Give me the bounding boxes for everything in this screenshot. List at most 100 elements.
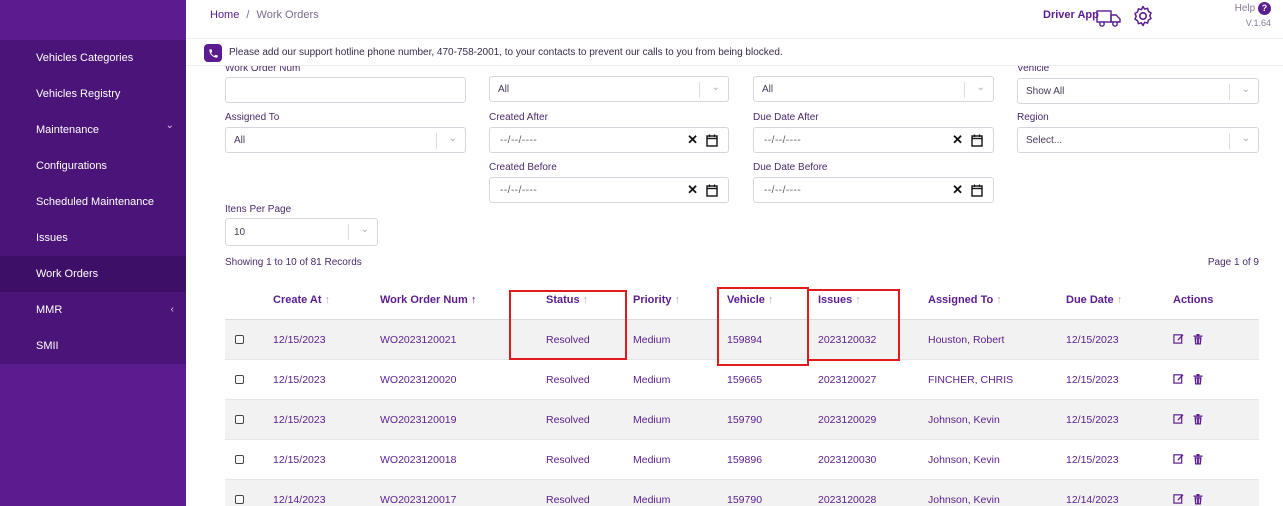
sidebar-item-maintenance[interactable]: Maintenance ⌄: [0, 112, 186, 148]
col-issues[interactable]: Issues ↑: [818, 294, 861, 306]
delete-trash-icon[interactable]: [1193, 414, 1203, 428]
sidebar-item-label: MMR: [36, 304, 63, 316]
calendar-icon[interactable]: [706, 184, 718, 200]
region-select[interactable]: Select... ⌄: [1017, 127, 1259, 153]
chevron-left-icon[interactable]: ‹: [171, 304, 174, 315]
table-row[interactable]: 12/15/2023 WO2023120019 Resolved Medium 1597…: [225, 400, 1259, 440]
work-orders-table: Create At ↑ Work Order Num ↑ Status ↑ Prior…: [225, 282, 1259, 506]
row-checkbox[interactable]: [235, 455, 244, 464]
table-row[interactable]: 12/14/2023 WO2023120017 Resolved Medium 1597…: [225, 480, 1259, 506]
sort-arrow-icon[interactable]: ↑: [1117, 294, 1123, 306]
table-row[interactable]: 12/15/2023 WO2023120018 Resolved Medium 1598…: [225, 440, 1259, 480]
col-priority[interactable]: Priority ↑: [633, 294, 680, 306]
due-before-label: Due Date Before: [753, 162, 828, 173]
clear-icon[interactable]: ✕: [687, 182, 698, 198]
chevron-down-icon: ⌄: [1241, 133, 1250, 144]
calendar-icon[interactable]: [971, 184, 983, 200]
edit-icon[interactable]: [1173, 373, 1184, 387]
sort-arrow-icon[interactable]: ↑: [855, 294, 861, 306]
sidebar-item-mmr[interactable]: MMR ‹: [0, 292, 186, 328]
col-status[interactable]: Status ↑: [546, 294, 588, 306]
row-checkbox[interactable]: [235, 495, 244, 504]
vehicle-filter-label: Vehicle: [1017, 66, 1050, 74]
cell-assigned-to: Johnson, Kevin: [928, 414, 1000, 426]
col-create-at[interactable]: Create At ↑: [273, 294, 330, 306]
delete-trash-icon[interactable]: [1193, 334, 1203, 348]
created-after-label: Created After: [489, 112, 548, 123]
row-checkbox[interactable]: [235, 335, 244, 344]
work-order-num-input[interactable]: [225, 77, 466, 103]
clear-icon[interactable]: ✕: [687, 132, 698, 148]
sort-arrow-icon[interactable]: ↑: [325, 294, 331, 306]
cell-vehicle: 159665: [727, 374, 763, 386]
sidebar-item-issues[interactable]: Issues: [0, 220, 186, 256]
col-assigned-to[interactable]: Assigned To ↑: [928, 294, 1002, 306]
sidebar-item-vehicles-registry[interactable]: Vehicles Registry: [0, 76, 186, 112]
items-per-page-select[interactable]: 10 ⌄: [225, 218, 378, 246]
sidebar-item-work-orders[interactable]: Work Orders: [0, 256, 186, 292]
cell-issues: 2023120029: [818, 414, 877, 426]
sidebar-item-smii[interactable]: SMII: [0, 328, 186, 364]
sidebar-item-label: Vehicles Registry: [36, 88, 121, 100]
clear-icon[interactable]: ✕: [952, 132, 963, 148]
status-filter-select[interactable]: All ⌄: [489, 76, 729, 102]
created-before-date[interactable]: --/--/---- ✕: [489, 177, 729, 203]
sort-arrow-icon[interactable]: ↑: [471, 294, 477, 306]
created-before-label: Created Before: [489, 162, 557, 173]
edit-icon[interactable]: [1173, 453, 1184, 467]
region-label: Region: [1017, 112, 1049, 123]
chevron-down-icon[interactable]: ⌄: [166, 120, 174, 131]
cell-status: Resolved: [546, 454, 590, 466]
help-area[interactable]: Help ? V.1.64: [1235, 2, 1271, 28]
delete-trash-icon[interactable]: [1193, 374, 1203, 388]
row-checkbox[interactable]: [235, 375, 244, 384]
cell-create-at: 12/15/2023: [273, 414, 326, 426]
priority-filter-select[interactable]: All ⌄: [753, 76, 994, 102]
due-after-label: Due Date After: [753, 112, 819, 123]
items-per-page-label: Itens Per Page: [225, 204, 292, 215]
sort-arrow-icon[interactable]: ↑: [996, 294, 1002, 306]
edit-icon[interactable]: [1173, 413, 1184, 427]
vehicle-filter-select[interactable]: Show All ⌄: [1017, 78, 1259, 104]
sort-arrow-icon[interactable]: ↑: [583, 294, 589, 306]
cell-create-at: 12/15/2023: [273, 374, 326, 386]
due-before-date[interactable]: --/--/---- ✕: [753, 177, 994, 203]
col-work-order-num[interactable]: Work Order Num ↑: [380, 294, 476, 306]
cell-priority: Medium: [633, 454, 671, 466]
cell-due-date: 12/15/2023: [1066, 374, 1119, 386]
col-vehicle[interactable]: Vehicle ↑: [727, 294, 773, 306]
created-after-date[interactable]: --/--/---- ✕: [489, 127, 729, 153]
assigned-to-select[interactable]: All ⌄: [225, 127, 466, 153]
truck-icon[interactable]: [1096, 8, 1122, 31]
cell-assigned-to: Johnson, Kevin: [928, 454, 1000, 466]
table-row[interactable]: 12/15/2023 WO2023120021 Resolved Medium 1598…: [225, 320, 1259, 360]
breadcrumb-home[interactable]: Home: [210, 9, 239, 21]
sidebar-item-configurations[interactable]: Configurations: [0, 148, 186, 184]
edit-icon[interactable]: [1173, 493, 1184, 506]
delete-trash-icon[interactable]: [1193, 454, 1203, 468]
settings-gear-icon[interactable]: [1131, 4, 1155, 31]
driver-app-link[interactable]: Driver App: [1043, 9, 1099, 21]
calendar-icon[interactable]: [706, 134, 718, 150]
table-row[interactable]: 12/15/2023 WO2023120020 Resolved Medium 1596…: [225, 360, 1259, 400]
delete-trash-icon[interactable]: [1193, 494, 1203, 506]
created-after-placeholder: --/--/----: [500, 135, 538, 146]
cell-create-at: 12/15/2023: [273, 334, 326, 346]
page-indicator: Page 1 of 9: [1207, 257, 1259, 268]
sort-arrow-icon[interactable]: ↑: [675, 294, 681, 306]
edit-icon[interactable]: [1173, 333, 1184, 347]
due-after-date[interactable]: --/--/---- ✕: [753, 127, 994, 153]
help-question-icon[interactable]: ?: [1258, 2, 1271, 15]
cell-vehicle: 159790: [727, 414, 763, 426]
items-per-page-value: 10: [234, 227, 246, 238]
created-before-placeholder: --/--/----: [500, 185, 538, 196]
cell-due-date: 12/15/2023: [1066, 334, 1119, 346]
row-checkbox[interactable]: [235, 415, 244, 424]
clear-icon[interactable]: ✕: [952, 182, 963, 198]
sidebar-item-vehicles-categories[interactable]: Vehicles Categories: [0, 40, 186, 76]
sort-arrow-icon[interactable]: ↑: [768, 294, 774, 306]
col-due-date[interactable]: Due Date ↑: [1066, 294, 1122, 306]
calendar-icon[interactable]: [971, 134, 983, 150]
sidebar-item-scheduled-maintenance[interactable]: Scheduled Maintenance: [0, 184, 186, 220]
help-label[interactable]: Help: [1235, 3, 1256, 14]
